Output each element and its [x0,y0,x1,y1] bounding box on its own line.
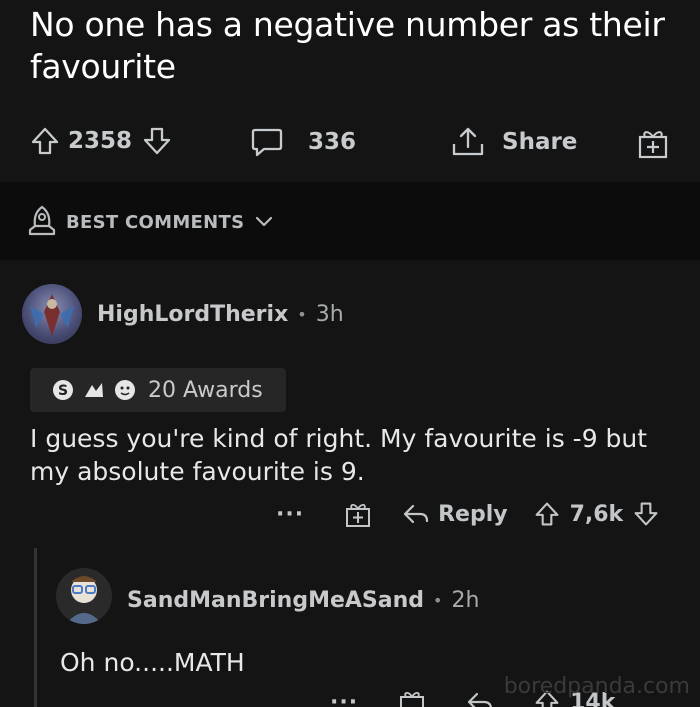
comment-time: 2h [451,588,480,613]
comment-meta: SandManBringMeASand • 2h [127,588,479,613]
comment-time: 3h [315,302,344,327]
rocket-icon [26,204,58,240]
vote-group: 2358 [30,126,172,156]
post-action-bar: 2358 336 Share [0,120,700,170]
meta-separator: • [297,305,307,324]
post-title: No one has a negative number as their fa… [30,5,665,86]
silver-award-icon: S [52,379,74,401]
thread-line[interactable] [34,548,37,707]
more-options-button[interactable]: ··· [276,502,304,527]
svg-text:S: S [58,383,68,399]
comment-meta: HighLordTherix • 3h [97,302,344,327]
reddit-post-screen: No one has a negative number as their fa… [0,0,700,707]
award-button[interactable] [636,126,670,160]
gift-award-icon[interactable] [398,688,426,707]
helpful-award-icon [82,379,106,401]
upvote-arrow-icon[interactable] [534,501,560,527]
more-options-button[interactable]: ··· [330,690,358,707]
post-vote-count: 2358 [68,128,133,154]
reply-button[interactable]: Reply [402,502,508,527]
share-label: Share [502,129,578,155]
downvote-arrow-icon[interactable] [142,126,172,156]
reply-label: Reply [438,501,508,527]
watermark: boredpanda.com [503,674,690,699]
avatar[interactable] [56,568,112,624]
sort-dropdown[interactable]: BEST COMMENTS [26,204,274,240]
comment-count: 336 [308,129,357,155]
share-icon [450,126,486,158]
awards-badge[interactable]: S 20 Awards [30,368,286,412]
reply-arrow-icon [402,502,430,526]
gift-award-icon[interactable] [344,500,372,528]
meta-separator: • [433,591,443,610]
avatar[interactable] [22,284,82,344]
awards-count: 20 Awards [148,377,263,403]
sort-label: BEST COMMENTS [66,211,245,233]
wholesome-award-icon [114,379,136,401]
comment-vote-count: 7,6k [569,501,624,527]
chevron-down-icon [254,215,274,229]
comment-body: I guess you're kind of right. My favouri… [30,424,648,486]
reply-arrow-icon[interactable] [466,690,494,707]
comment-bubble-icon [250,126,284,158]
comment-action-bar: ··· Reply 7,6k [276,500,659,528]
comment-author[interactable]: HighLordTherix [97,302,288,327]
upvote-arrow-icon[interactable] [30,126,60,156]
sort-bar: BEST COMMENTS [0,182,700,260]
share-button[interactable]: Share [450,126,577,158]
gift-award-icon [636,126,670,160]
downvote-arrow-icon[interactable] [633,501,659,527]
comments-button[interactable]: 336 [250,126,356,158]
comment-author[interactable]: SandManBringMeASand [127,588,424,613]
